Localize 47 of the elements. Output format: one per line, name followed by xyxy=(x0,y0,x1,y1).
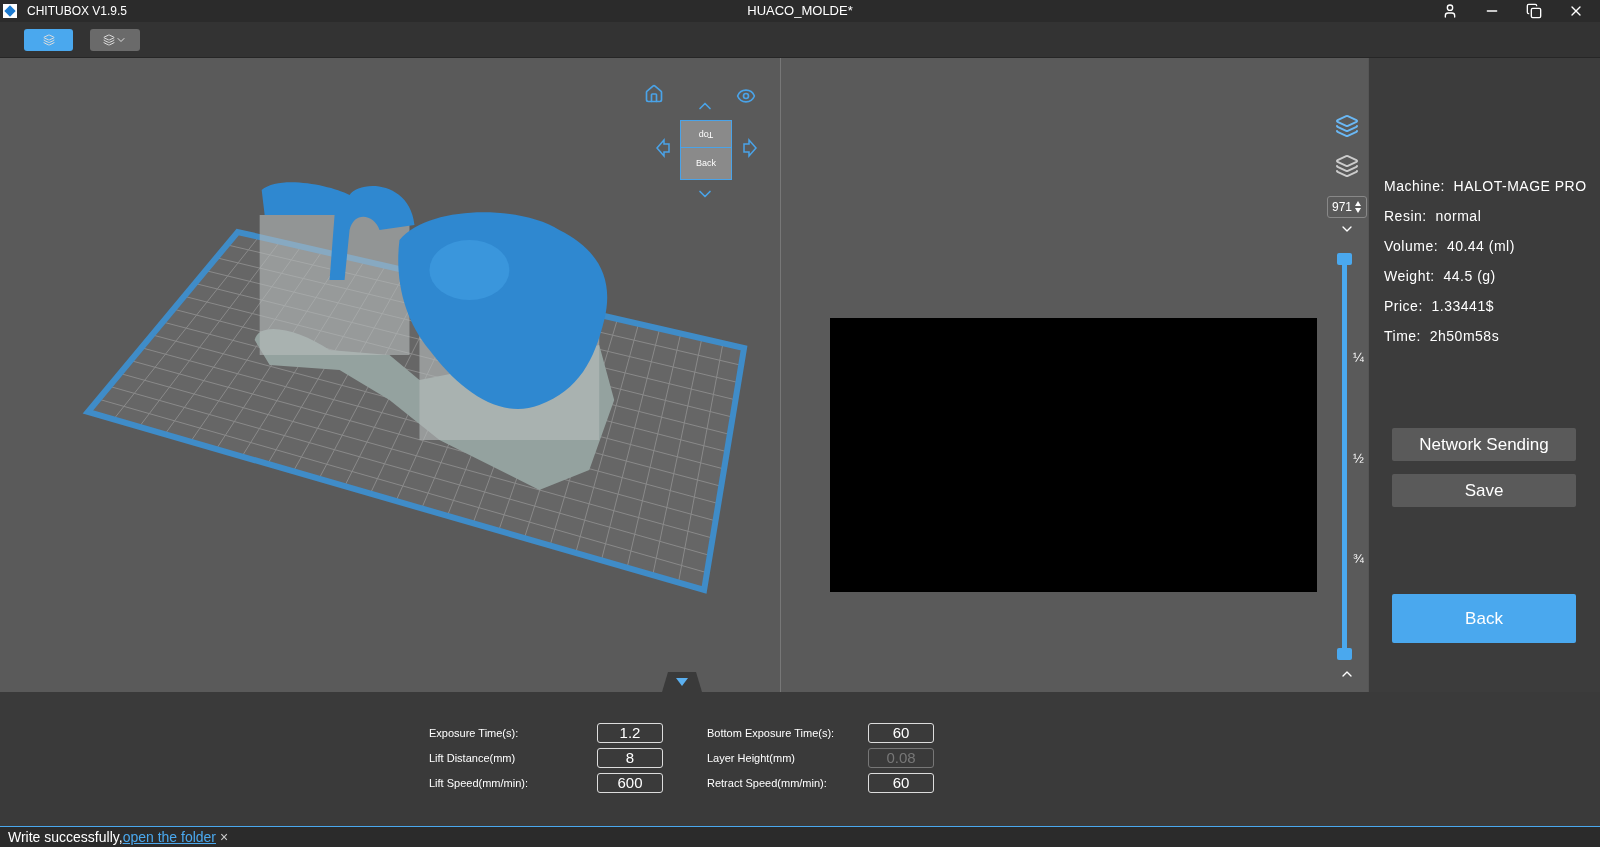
slice-button[interactable] xyxy=(24,28,73,51)
rotate-right-icon[interactable] xyxy=(742,138,758,158)
parameter-label: Exposure Time(s): xyxy=(429,725,520,741)
app-logo-icon xyxy=(3,4,17,18)
eye-icon[interactable] xyxy=(736,86,756,106)
parameter-field[interactable]: 60 xyxy=(868,723,934,743)
slider-tick-label: ½ xyxy=(1353,449,1364,468)
rotate-left-icon[interactable] xyxy=(655,138,671,158)
info-text: Time: 2h50m58s xyxy=(1384,327,1501,346)
layers-icon xyxy=(103,33,115,46)
parameter-field[interactable]: 1.2 xyxy=(597,723,663,743)
window-title: HUACO_MOLDE* xyxy=(747,2,853,21)
cube-top-label: Top xyxy=(697,128,715,142)
layers-visible-icon[interactable] xyxy=(1334,114,1359,138)
slider-tick-label: ¼ xyxy=(1353,348,1364,367)
parameter-label: Bottom Exposure Time(s): xyxy=(706,725,836,741)
parameter-label: Lift Distance(mm) xyxy=(429,750,517,766)
info-text: Volume: 40.44 (ml) xyxy=(1384,237,1516,256)
parameter-label: Retract Speed(mm/min): xyxy=(706,775,828,791)
layers-icon xyxy=(42,33,55,46)
export-button[interactable] xyxy=(90,28,140,51)
layer-number-field[interactable]: 971 xyxy=(1326,196,1367,218)
home-icon[interactable] xyxy=(644,84,664,104)
parameter-label: Layer Height(mm) xyxy=(706,750,797,766)
app-title: CHITUBOX V1.9.5 xyxy=(27,3,128,20)
info-text: Weight: 44.5 (g) xyxy=(1384,267,1497,286)
caret-icon xyxy=(676,678,688,686)
user-icon[interactable] xyxy=(1442,3,1458,19)
slider-thumb[interactable] xyxy=(1337,648,1352,660)
status-message: Write successfully, xyxy=(8,827,123,847)
slider-thumb[interactable] xyxy=(1337,253,1352,265)
cube-front-label: Back xyxy=(681,147,731,179)
action-button[interactable]: Network Sending xyxy=(1392,428,1576,461)
parameter-field: 0.08 xyxy=(868,748,934,768)
parameter-field[interactable]: 600 xyxy=(597,773,663,793)
spinner-arrows-icon[interactable] xyxy=(1355,200,1361,214)
close-status-button[interactable]: × xyxy=(220,826,229,847)
parameter-field[interactable]: 8 xyxy=(597,748,663,768)
parameter-label: Lift Speed(mm/min): xyxy=(429,775,530,791)
restore-icon[interactable] xyxy=(1526,3,1542,19)
parameter-field[interactable]: 60 xyxy=(868,773,934,793)
info-text: Resin: normal xyxy=(1384,207,1483,226)
open-folder-link[interactable]: open the folder xyxy=(122,826,217,847)
info-text: Price: 1.33441$ xyxy=(1384,297,1495,316)
info-text: Machine: HALOT-MAGE PRO xyxy=(1384,177,1588,196)
action-button[interactable]: Save xyxy=(1392,474,1576,507)
slider-tick-label: ¾ xyxy=(1353,550,1364,569)
